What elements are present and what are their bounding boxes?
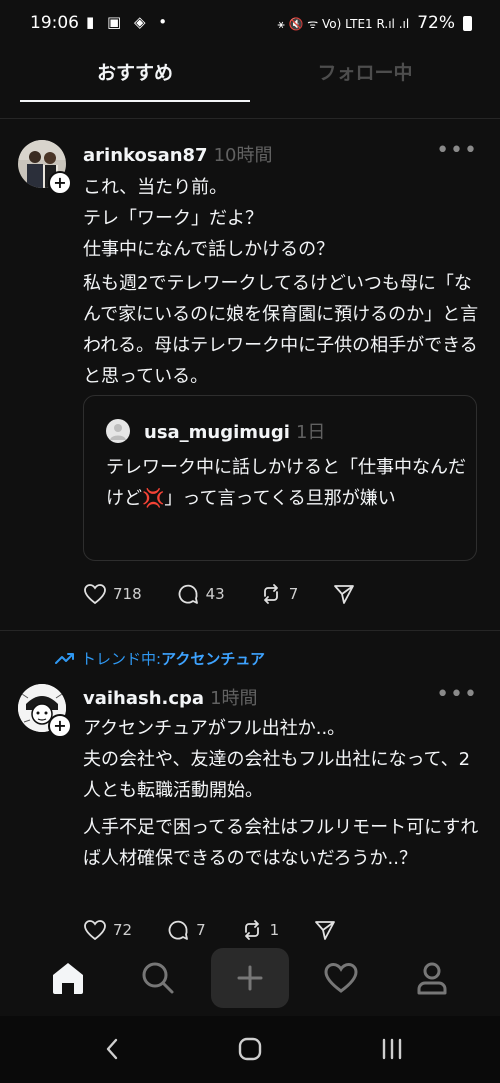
system-recents-button[interactable] — [372, 1034, 412, 1064]
header-divider — [0, 118, 500, 119]
status-right: ⚹ 🔇 ᯤ Vo) LTE1 R.ıl .ıl 72% — [277, 13, 472, 33]
post-actions: 718 43 7 — [83, 582, 390, 606]
post-text-paragraph: 人手不足で困ってる会社はフルリモート可にすれば人材確保できるのではないだろうか.… — [83, 817, 479, 869]
plus-icon — [237, 965, 263, 991]
nav-search[interactable] — [118, 948, 198, 1008]
post-text-paragraph: 私も週2でテレワークしてるけどいつも母に「なんで家にいるのに娘を保育園に預けるの… — [83, 273, 479, 387]
network-icons: ⚹ 🔇 ᯤ Vo) LTE1 R.ıl .ıl — [277, 16, 410, 31]
share-button[interactable] — [332, 582, 356, 606]
post-time: 1時間 — [210, 688, 258, 709]
like-count: 718 — [113, 585, 142, 603]
post-divider — [0, 630, 500, 631]
comment-icon — [168, 920, 188, 940]
nav-compose[interactable] — [211, 948, 289, 1008]
follow-plus-icon[interactable]: + — [48, 171, 72, 195]
active-tab-indicator — [20, 100, 250, 102]
reply-button[interactable]: 7 — [166, 918, 206, 942]
repost-count: 7 — [288, 585, 299, 603]
send-icon — [334, 585, 355, 604]
post-header: arinkosan87 10時間 — [83, 141, 273, 167]
like-button[interactable]: 718 — [83, 583, 142, 605]
notification-icons: ▮ ▣ ◈ • — [86, 13, 172, 31]
heart-icon — [324, 962, 358, 993]
send-icon — [315, 921, 336, 940]
tab-recommended[interactable]: おすすめ — [20, 58, 250, 85]
like-button[interactable]: 72 — [83, 919, 132, 941]
home-icon — [53, 963, 83, 994]
quoted-text: テレワーク中に話しかけると「仕事中なんだけど💢」って言ってくる旦那が嫌い — [106, 457, 466, 509]
reply-button[interactable]: 43 — [176, 582, 225, 606]
post-text: これ、当たり前。 テレ「ワーク」だよ？ 仕事中になんで話しかけるの？ — [83, 177, 335, 260]
post-text: アクセンチュアがフル出社か..。 夫の会社や、友達の会社もフル出社になって、2人… — [83, 718, 471, 801]
nav-home[interactable] — [28, 948, 108, 1008]
trend-term[interactable]: アクセンチュア — [161, 650, 265, 668]
quoted-avatar — [106, 419, 130, 443]
like-count: 72 — [113, 921, 133, 939]
username[interactable]: vaihash.cpa — [83, 688, 204, 709]
system-home-button[interactable] — [230, 1034, 270, 1064]
quoted-username[interactable]: usa_mugimugi — [144, 422, 290, 443]
more-options-icon[interactable]: ••• — [436, 682, 478, 707]
repost-count: 1 — [269, 921, 280, 939]
follow-plus-icon[interactable]: + — [48, 714, 72, 738]
repost-button[interactable]: 7 — [259, 582, 299, 606]
share-button[interactable] — [313, 918, 337, 942]
feed-tabs: おすすめ フォロー中 — [0, 48, 500, 102]
quoted-time: 1日 — [295, 422, 326, 443]
search-icon — [142, 962, 174, 994]
repost-button[interactable]: 1 — [240, 918, 280, 942]
system-back-button[interactable] — [92, 1034, 132, 1064]
post-time: 10時間 — [213, 145, 273, 166]
comment-icon — [178, 584, 198, 604]
trend-label: トレンド中: — [81, 650, 162, 668]
status-bar: 19:06 ▮ ▣ ◈ • ⚹ 🔇 ᯤ Vo) LTE1 R.ıl .ıl 72… — [0, 0, 500, 48]
quoted-post[interactable]: usa_mugimugi 1日 テレワーク中に話しかけると「仕事中なんだけど💢」っ… — [83, 395, 477, 561]
default-user-icon — [110, 424, 126, 440]
home-rounded-square-icon — [238, 1037, 262, 1061]
repost-icon — [244, 920, 259, 940]
nav-profile[interactable] — [392, 948, 472, 1008]
reply-count: 43 — [205, 585, 225, 603]
battery-level: 72% — [417, 13, 455, 33]
nav-activity[interactable] — [301, 948, 381, 1008]
username[interactable]: arinkosan87 — [83, 145, 208, 166]
recents-icon — [382, 1038, 402, 1060]
trending-arrow-icon — [55, 652, 74, 664]
tab-following[interactable]: フォロー中 — [250, 58, 480, 85]
post-actions: 72 7 1 — [83, 918, 371, 942]
heart-icon — [84, 920, 106, 941]
reply-count: 7 — [196, 921, 206, 939]
system-navigation-bar — [0, 1016, 500, 1083]
post-header: vaihash.cpa 1時間 — [83, 684, 258, 710]
battery-icon — [463, 15, 472, 31]
profile-icon — [417, 962, 447, 995]
more-options-icon[interactable]: ••• — [436, 138, 478, 163]
bottom-navigation — [0, 940, 500, 1016]
trend-indicator[interactable]: トレンド中:アクセンチュア — [55, 648, 265, 669]
heart-icon — [84, 584, 106, 605]
repost-icon — [263, 584, 278, 604]
back-chevron-icon — [106, 1038, 118, 1060]
quoted-header: usa_mugimugi 1日 — [144, 418, 325, 444]
status-time: 19:06 — [30, 13, 79, 33]
